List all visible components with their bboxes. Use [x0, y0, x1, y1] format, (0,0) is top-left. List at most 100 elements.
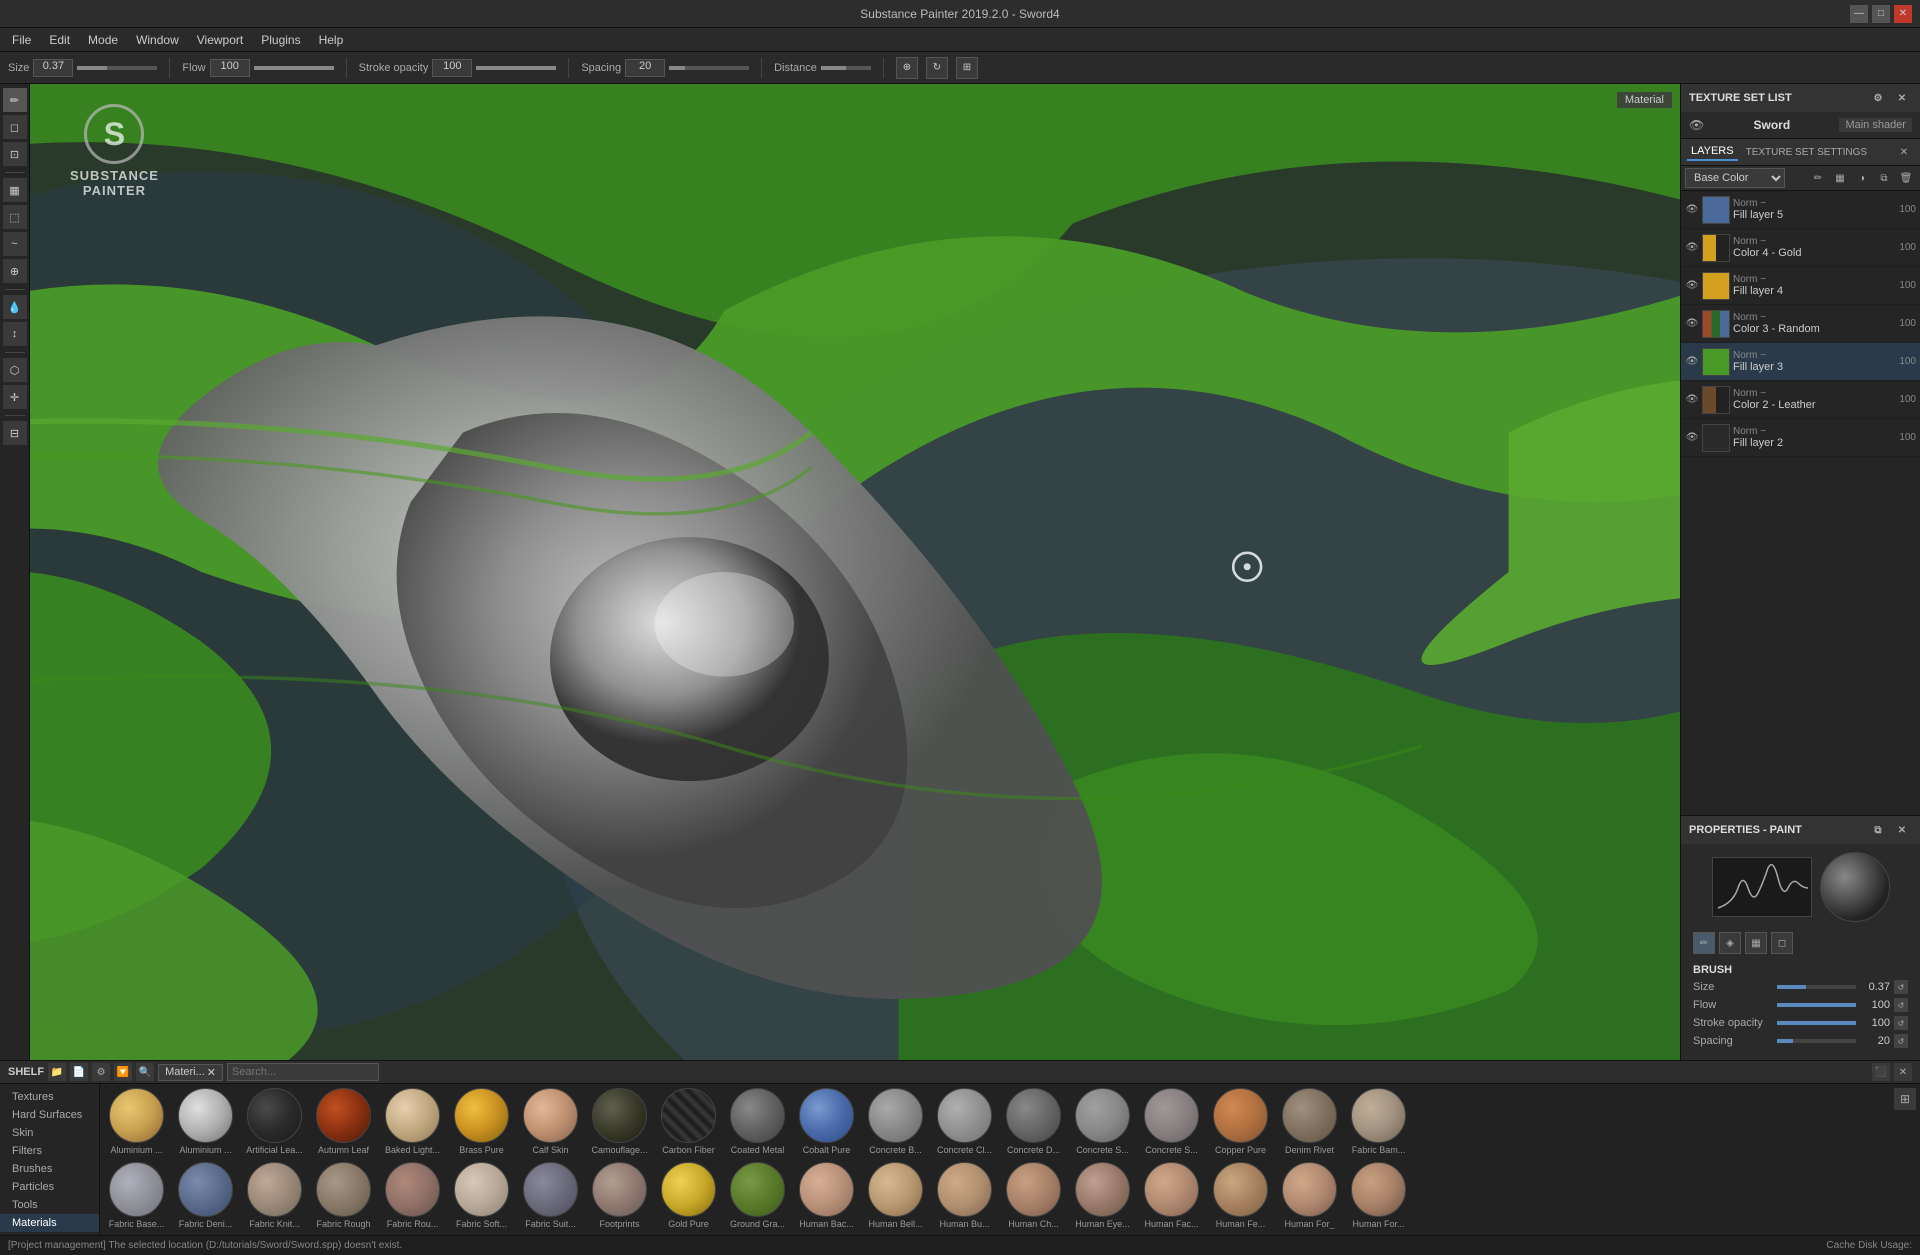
settings-btn[interactable]: ⚙ — [1868, 88, 1888, 108]
spacing-input[interactable]: 20 — [625, 59, 665, 77]
menu-edit[interactable]: Edit — [41, 31, 78, 49]
layers-close-btn[interactable]: ✕ — [1894, 142, 1914, 162]
menu-help[interactable]: Help — [311, 31, 352, 49]
rotate-btn[interactable]: ↻ — [926, 57, 948, 79]
shelf-item-camouflage[interactable]: Camouflage... — [587, 1088, 652, 1158]
bake-tool[interactable]: ⊟ — [3, 421, 27, 445]
shelf-item-baked-light[interactable]: Baked Light... — [380, 1088, 445, 1158]
measure-tool[interactable]: ↕ — [3, 322, 27, 346]
shelf-item-carbon-fiber[interactable]: Carbon Fiber — [656, 1088, 721, 1158]
menu-plugins[interactable]: Plugins — [253, 31, 308, 49]
shelf-item-fabric-rou[interactable]: Fabric Rou... — [380, 1162, 445, 1232]
smudge-tool[interactable]: ~ — [3, 232, 27, 256]
add-paint-layer-btn[interactable]: ✏ — [1808, 168, 1828, 188]
brush-stroke-slider[interactable] — [1777, 1021, 1856, 1025]
properties-close-btn[interactable]: ✕ — [1892, 820, 1912, 840]
shelf-item-cobalt-pure[interactable]: Cobalt Pure — [794, 1088, 859, 1158]
brush-size-reset[interactable]: ↺ — [1894, 980, 1908, 994]
select-tool[interactable]: ⬚ — [3, 205, 27, 229]
layer-row[interactable]: 👁 Norm ~ Color 4 - Gold 100 — [1681, 229, 1920, 267]
shelf-item-denim-rivet[interactable]: Denim Rivet — [1277, 1088, 1342, 1158]
menu-window[interactable]: Window — [128, 31, 187, 49]
layer-visibility[interactable]: 👁 — [1685, 431, 1699, 445]
shelf-item-fabric-rough[interactable]: Fabric Rough — [311, 1162, 376, 1232]
prop-icon-alpha[interactable]: ◻ — [1771, 932, 1793, 954]
shelf-cat-particles[interactable]: Particles — [0, 1178, 99, 1196]
clone-tool[interactable]: ⊕ — [3, 259, 27, 283]
shelf-item-fabric-soft[interactable]: Fabric Soft... — [449, 1162, 514, 1232]
close-button[interactable]: ✕ — [1894, 5, 1912, 23]
viewport-tool[interactable]: ⬡ — [3, 358, 27, 382]
shelf-file-btn[interactable]: 📄 — [70, 1063, 88, 1081]
shelf-item-human-bac[interactable]: Human Bac... — [794, 1162, 859, 1232]
shelf-item-human-for1[interactable]: Human For_ — [1277, 1162, 1342, 1232]
shelf-cat-brushes[interactable]: Brushes — [0, 1160, 99, 1178]
shelf-cat-materials[interactable]: Materials — [0, 1214, 99, 1232]
shelf-item-brass-pure[interactable]: Brass Pure — [449, 1088, 514, 1158]
maximize-button[interactable]: □ — [1872, 5, 1890, 23]
shelf-item-footprints[interactable]: Footprints — [587, 1162, 652, 1232]
shelf-item-human-ch[interactable]: Human Ch... — [1001, 1162, 1066, 1232]
shelf-cat-tools[interactable]: Tools — [0, 1196, 99, 1214]
shelf-settings-btn[interactable]: ⚙ — [92, 1063, 110, 1081]
layer-visibility[interactable]: 👁 — [1685, 355, 1699, 369]
shelf-item-aluminium2[interactable]: Aluminium ... — [173, 1088, 238, 1158]
shelf-item-human-bell[interactable]: Human Bell... — [863, 1162, 928, 1232]
size-input[interactable]: 0.37 — [33, 59, 73, 77]
tab-texture-settings[interactable]: TEXTURE SET SETTINGS — [1742, 145, 1872, 160]
fill-tool[interactable]: ▦ — [3, 178, 27, 202]
prop-icon-texture[interactable]: ▦ — [1745, 932, 1767, 954]
project-tool[interactable]: ⊡ — [3, 142, 27, 166]
texture-close-btn[interactable]: ✕ — [1892, 88, 1912, 108]
brush-flow-slider[interactable] — [1777, 1003, 1856, 1007]
menu-file[interactable]: File — [4, 31, 39, 49]
spacing-slider[interactable] — [669, 66, 749, 70]
shelf-item-human-for2[interactable]: Human For... — [1346, 1162, 1411, 1232]
shelf-item-aluminium1[interactable]: Aluminium ... — [104, 1088, 169, 1158]
shelf-item-concrete-s1[interactable]: Concrete S... — [1070, 1088, 1135, 1158]
shelf-cat-skin[interactable]: Skin — [0, 1124, 99, 1142]
layer-row[interactable]: 👁 Norm ~ Color 2 - Leather 100 — [1681, 381, 1920, 419]
shelf-cat-hard-surfaces[interactable]: Hard Surfaces — [0, 1106, 99, 1124]
layer-row[interactable]: 👁 Norm ~ Fill layer 3 100 — [1681, 343, 1920, 381]
shelf-item-concrete-d[interactable]: Concrete D... — [1001, 1088, 1066, 1158]
brush-size-slider[interactable] — [1777, 985, 1856, 989]
shelf-item-human-fac[interactable]: Human Fac... — [1139, 1162, 1204, 1232]
layer-visibility[interactable]: 👁 — [1685, 241, 1699, 255]
shelf-item-human-eye[interactable]: Human Eye... — [1070, 1162, 1135, 1232]
texture-set-name[interactable]: Sword — [1754, 118, 1791, 132]
properties-popout-btn[interactable]: ⧉ — [1868, 820, 1888, 840]
shelf-active-tag[interactable]: Materi... ✕ — [158, 1064, 223, 1081]
flow-slider[interactable] — [254, 66, 334, 70]
menu-mode[interactable]: Mode — [80, 31, 126, 49]
brush-spacing-reset[interactable]: ↺ — [1894, 1034, 1908, 1048]
wrap-btn[interactable]: ⊞ — [956, 57, 978, 79]
shelf-item-ground-gra[interactable]: Ground Gra... — [725, 1162, 790, 1232]
shelf-item-coated-metal[interactable]: Coated Metal — [725, 1088, 790, 1158]
shelf-close-btn[interactable]: ✕ — [1894, 1063, 1912, 1081]
add-fill-layer-btn[interactable]: ▦ — [1830, 168, 1850, 188]
shelf-maximize-btn[interactable]: ⬛ — [1872, 1063, 1890, 1081]
shelf-folder-btn[interactable]: 📁 — [48, 1063, 66, 1081]
shelf-item-concrete-s2[interactable]: Concrete S... — [1139, 1088, 1204, 1158]
transform-tool[interactable]: ✛ — [3, 385, 27, 409]
delete-layer-btn[interactable]: 🗑 — [1896, 168, 1916, 188]
shelf-item-human-bu[interactable]: Human Bu... — [932, 1162, 997, 1232]
shelf-item-fabric-suit[interactable]: Fabric Suit... — [518, 1162, 583, 1232]
brush-spacing-slider[interactable] — [1777, 1039, 1856, 1043]
layer-row[interactable]: 👁 Norm ~ Fill layer 5 100 — [1681, 191, 1920, 229]
shelf-item-human-fe[interactable]: Human Fe... — [1208, 1162, 1273, 1232]
menu-viewport[interactable]: Viewport — [189, 31, 251, 49]
shelf-item-fabric-knit[interactable]: Fabric Knit... — [242, 1162, 307, 1232]
shader-name[interactable]: Main shader — [1839, 118, 1912, 132]
duplicate-layer-btn[interactable]: ⧉ — [1874, 168, 1894, 188]
viewport[interactable]: S SUBSTANCEPAINTER Material — [30, 84, 1680, 1060]
tab-layers[interactable]: LAYERS — [1687, 143, 1738, 161]
minimize-button[interactable]: — — [1850, 5, 1868, 23]
brush-stroke-reset[interactable]: ↺ — [1894, 1016, 1908, 1030]
layer-row[interactable]: 👁 Norm ~ Color 3 - Random 100 — [1681, 305, 1920, 343]
layer-row[interactable]: 👁 Norm ~ Fill layer 4 100 — [1681, 267, 1920, 305]
shelf-item-autumn-leaf[interactable]: Autumn Leaf — [311, 1088, 376, 1158]
shelf-item-calf-skin[interactable]: Calf Skin — [518, 1088, 583, 1158]
prop-icon-paint[interactable]: ✏ — [1693, 932, 1715, 954]
